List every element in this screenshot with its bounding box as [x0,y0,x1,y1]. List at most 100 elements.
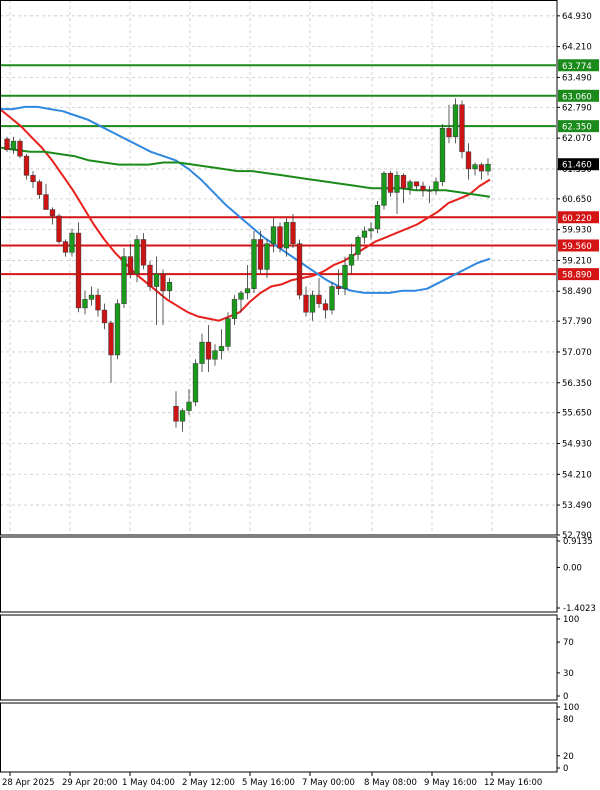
candle-body[interactable] [69,232,75,253]
price-tick-label: 56.350 [562,379,592,389]
candle-body[interactable] [452,104,459,138]
candle-body[interactable] [446,128,452,138]
candle-body[interactable] [186,401,192,411]
level-label: 62.350 [562,123,592,133]
candle-body[interactable] [75,232,82,309]
candle-body[interactable] [10,140,17,150]
candle-body[interactable] [400,175,407,189]
price-tick-label: 59.930 [562,226,592,236]
indicator-tick-label: 80 [563,715,574,725]
indicator-tick-label: 0.00 [563,563,582,573]
candle-body[interactable] [283,222,290,249]
level-label: 60.220 [562,214,592,224]
candle-body[interactable] [485,163,491,172]
time-tick-label: 8 May 08:00 [364,778,417,788]
candle-body[interactable] [472,164,478,170]
candle-body[interactable] [387,172,394,193]
candle-body[interactable] [127,256,134,274]
candle-body[interactable] [153,273,160,287]
indicator-tick-label: 100 [563,615,579,625]
candle-body[interactable] [114,303,121,356]
candle-body[interactable] [348,254,355,266]
candle-body[interactable] [342,264,348,289]
candle-body[interactable] [459,104,465,153]
candle-body[interactable] [316,294,322,304]
candle-body[interactable] [407,181,413,189]
candle-body[interactable] [439,128,446,183]
candle-body[interactable] [36,181,43,195]
candle-body[interactable] [43,194,49,210]
candle-body[interactable] [277,226,283,249]
candle-body[interactable] [296,243,303,296]
candle-body[interactable] [368,228,374,232]
candle-body[interactable] [121,256,127,304]
time-tick-label: 29 Apr 20:00 [62,778,117,788]
indicator-tick-label: 0 [563,692,568,702]
indicator-tick-label: 0 [563,764,568,774]
candle-body[interactable] [134,239,140,274]
indicator-tick-label: -1.4023 [563,604,596,614]
candle-body[interactable] [478,164,485,172]
candle-body[interactable] [251,239,257,289]
candle-body[interactable] [420,185,426,191]
candle-body[interactable] [238,292,244,300]
price-tick-label: 60.650 [562,195,592,205]
candle-body[interactable] [413,181,420,187]
candle-body[interactable] [433,181,439,191]
candle-body[interactable] [4,138,10,150]
candle-body[interactable] [56,215,62,242]
candle-body[interactable] [361,230,368,238]
time-tick-label: 28 Apr 2025 [2,778,55,788]
candle-body[interactable] [264,243,270,270]
candle-body[interactable] [166,282,173,292]
candle-body[interactable] [147,264,153,287]
candle-body[interactable] [30,175,36,183]
candle-body[interactable] [309,294,316,313]
candle-body[interactable] [17,140,23,157]
candle-body[interactable] [290,222,296,245]
candle-body[interactable] [192,363,199,403]
level-label: 63.774 [562,62,592,72]
indicator-tick-label: 30 [563,669,574,679]
price-tick-label: 53.490 [562,501,592,511]
price-tick-label: 57.070 [562,348,592,358]
candle-body[interactable] [381,172,387,206]
candle-body[interactable] [23,155,30,176]
candle-body[interactable] [49,209,56,217]
candle-body[interactable] [82,299,88,309]
candle-body[interactable] [231,299,238,319]
candle-body[interactable] [225,318,231,347]
candle-body[interactable] [205,341,212,360]
price-tick-label: 64.210 [562,43,592,53]
candle-body[interactable] [88,294,95,300]
candle-body[interactable] [322,303,329,311]
price-tick-label: 64.930 [562,12,592,22]
candle-body[interactable] [179,410,186,422]
candle-body[interactable] [160,273,166,292]
candle-body[interactable] [394,175,400,193]
candle-body[interactable] [426,190,433,192]
candle-body[interactable] [465,151,472,170]
candle-body[interactable] [335,286,342,289]
last-price-label: 61.460 [562,161,592,171]
candle-body[interactable] [218,346,225,351]
candle-body[interactable] [173,406,179,422]
candle-body[interactable] [329,286,335,311]
trading-chart[interactable]: 64.93064.21063.49062.79062.07061.35060.6… [0,0,600,790]
candle-body[interactable] [270,226,277,245]
candle-body[interactable] [374,205,381,230]
candle-body[interactable] [62,241,69,253]
candle-body[interactable] [212,350,218,360]
candle-body[interactable] [303,294,309,313]
candle-body[interactable] [108,322,114,356]
candle-body[interactable] [95,294,101,311]
candle-body[interactable] [199,341,205,364]
candle-body[interactable] [355,237,361,255]
candle-body[interactable] [257,239,264,270]
candle-body[interactable] [140,239,147,266]
indicator-tick-label: 0.9135 [563,537,593,547]
time-tick-label: 7 May 00:00 [302,778,355,788]
candle-body[interactable] [244,288,251,294]
candle-body[interactable] [101,309,108,324]
price-tick-label: 57.790 [562,317,592,327]
